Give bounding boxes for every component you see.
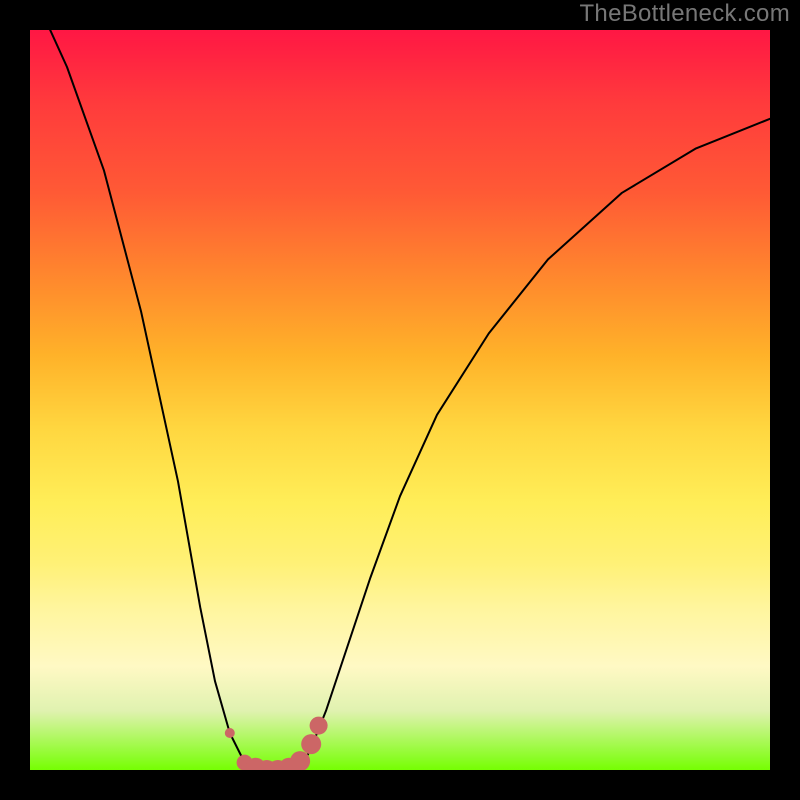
curve-marker (310, 717, 328, 735)
curve-marker (225, 728, 235, 738)
curve-marker (301, 734, 321, 754)
chart-overlay-svg (0, 0, 800, 800)
bottleneck-curve (30, 0, 770, 770)
watermark-label: TheBottleneck.com (579, 0, 790, 28)
curve-marker (290, 751, 310, 771)
chart-container: TheBottleneck.com (0, 0, 800, 800)
